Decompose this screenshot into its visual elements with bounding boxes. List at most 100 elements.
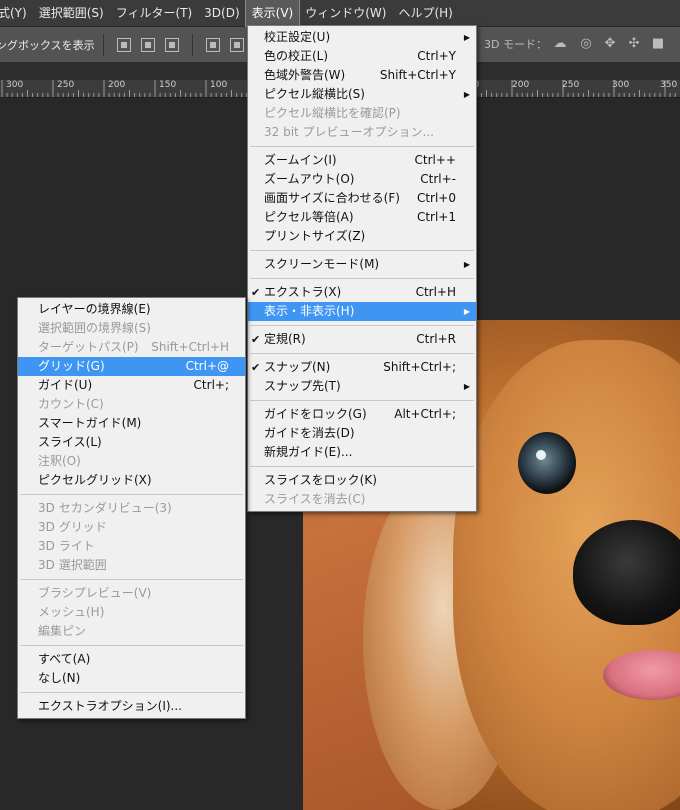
menu-item-label: ピクセル縦横比(S) [264, 87, 365, 101]
align-hcenter-icon[interactable] [229, 37, 244, 52]
menu-window[interactable]: ウィンドウ(W) [299, 0, 392, 26]
menu-item[interactable]: ピクセル等倍(A) Ctrl+1 [248, 208, 476, 227]
menu-3d[interactable]: 3D(D) [198, 0, 245, 26]
submenu-arrow-icon: ▶ [463, 382, 470, 391]
menu-item-label: プリントサイズ(Z) [264, 229, 366, 243]
menu-item-label: 色域外警告(W) [264, 68, 346, 82]
menu-item-label: ガイドをロック(G) [264, 407, 367, 421]
ruler-label: 300 [6, 80, 24, 90]
menu-divider [250, 400, 474, 401]
menu-item-label: エクストラオプション(I)... [38, 699, 182, 713]
menu-item-label: ピクセル等倍(A) [264, 210, 354, 224]
menu-item[interactable]: なし(N) [18, 669, 245, 688]
menu-item-label: 校正設定(U) [264, 30, 331, 44]
view-menu-dropdown: 校正設定(U) ▶ 色の校正(L) Ctrl+Y 色域外警告(W) Shift+Ctrl+… [247, 25, 477, 512]
menu-item[interactable]: レイヤーの境界線(E) [18, 300, 245, 319]
menu-item[interactable]: 表示・非表示(H) ▶ [248, 302, 476, 321]
checkmark-icon: ✔ [251, 361, 261, 374]
pan-3d-icon[interactable]: ✥ [602, 36, 618, 52]
menu-item-shortcut: Alt+Ctrl+; [394, 407, 456, 421]
menu-item-shortcut: Shift+Ctrl+Y [379, 68, 456, 82]
menu-item[interactable]: プリントサイズ(Z) [248, 227, 476, 246]
camera-3d-icon[interactable]: ■ [650, 36, 666, 52]
menu-item-label: ズームイン(I) [264, 153, 337, 167]
menu-item: 編集ピン [18, 622, 245, 641]
menu-item[interactable]: スナップ先(T) ▶ [248, 377, 476, 396]
menu-item-label: スマートガイド(M) [38, 416, 142, 430]
menu-item[interactable]: ピクセルグリッド(X) [18, 471, 245, 490]
menu-item[interactable]: 校正設定(U) ▶ [248, 28, 476, 47]
menu-item[interactable]: ズームアウト(O) Ctrl+- [248, 170, 476, 189]
menu-item[interactable]: ✔ スナップ(N) Shift+Ctrl+; [248, 358, 476, 377]
menu-item-label: スライス(L) [38, 435, 102, 449]
menu-select[interactable]: 選択範囲(S) [33, 0, 110, 26]
menu-item-label: スライスをロック(K) [264, 473, 377, 487]
menu-item[interactable]: スクリーンモード(M) ▶ [248, 255, 476, 274]
menu-item-shortcut: Ctrl+Y [417, 49, 456, 63]
menu-item-label: すべて(A) [38, 652, 91, 666]
menu-item: 選択範囲の境界線(S) [18, 319, 245, 338]
menu-item[interactable]: 色の校正(L) Ctrl+Y [248, 47, 476, 66]
menu-item-label: 定規(R) [264, 332, 306, 346]
menu-item-shortcut: Ctrl+0 [416, 191, 456, 205]
menu-item-shortcut: Ctrl+R [416, 332, 456, 346]
menu-item-shortcut: Ctrl+@ [185, 359, 229, 373]
menu-item-label: 編集ピン [38, 624, 87, 638]
menu-item-shortcut: Ctrl+H [415, 285, 456, 299]
menu-item: メッシュ(H) [18, 603, 245, 622]
menu-view[interactable]: 表示(V) [244, 0, 301, 27]
menu-item[interactable]: ズームイン(I) Ctrl++ [248, 151, 476, 170]
menu-item: 注釈(O) [18, 452, 245, 471]
ruler-label: 200 [108, 80, 126, 90]
menu-help[interactable]: ヘルプ(H) [392, 0, 458, 26]
menu-item[interactable]: ✔ エクストラ(X) Ctrl+H [248, 283, 476, 302]
show-bounding-box-label[interactable]: ングボックスを表示 [0, 37, 95, 53]
menu-item-shortcut: Shift+Ctrl+H [151, 340, 229, 354]
menu-divider [20, 494, 243, 495]
menu-item-label: ガイド(U) [38, 378, 93, 392]
menu-item[interactable]: 色域外警告(W) Shift+Ctrl+Y [248, 66, 476, 85]
menu-item[interactable]: 新規ガイド(E)... [248, 443, 476, 462]
menu-type[interactable]: 式(Y) [0, 0, 33, 26]
menu-item[interactable]: ガイド(U) Ctrl+; [18, 376, 245, 395]
menu-divider [250, 353, 474, 354]
menu-item: スライスを消去(C) [248, 490, 476, 509]
menu-item-shortcut: Shift+Ctrl+; [383, 360, 456, 374]
menu-item[interactable]: スマートガイド(M) [18, 414, 245, 433]
menu-item-label: 選択範囲の境界線(S) [38, 321, 151, 335]
menu-item-label: スナップ(N) [264, 360, 331, 374]
align-vcenter-icon[interactable] [140, 37, 155, 52]
slide-3d-icon[interactable]: ✣ [626, 36, 642, 52]
align-left-icon[interactable] [205, 37, 220, 52]
menu-item: ブラシプレビュー(V) [18, 584, 245, 603]
menu-item-label: グリッド(G) [38, 359, 105, 373]
menu-item-shortcut: Ctrl+; [193, 378, 229, 392]
align-bottom-icon[interactable] [164, 37, 179, 52]
menu-item-label: ターゲットパス(P) [38, 340, 139, 354]
menu-item[interactable]: 画面サイズに合わせる(F) Ctrl+0 [248, 189, 476, 208]
ruler-label: 200 [512, 80, 530, 90]
menu-item[interactable]: ピクセル縦横比(S) ▶ [248, 85, 476, 104]
roll-3d-icon[interactable]: ◎ [578, 36, 594, 52]
menu-item[interactable]: グリッド(G) Ctrl+@ [18, 357, 245, 376]
menu-item[interactable]: エクストラオプション(I)... [18, 697, 245, 716]
menu-item: ターゲットパス(P) Shift+Ctrl+H [18, 338, 245, 357]
align-top-icon[interactable] [116, 37, 131, 52]
menu-item-label: 3D ライト [38, 539, 95, 553]
menu-filter[interactable]: フィルター(T) [110, 0, 198, 26]
ruler-label: 100 [210, 80, 228, 90]
ruler-label: 250 [562, 80, 580, 90]
menu-item-label: メッシュ(H) [38, 605, 105, 619]
menu-item[interactable]: ガイドを消去(D) [248, 424, 476, 443]
menu-item[interactable]: スライスをロック(K) [248, 471, 476, 490]
menu-item[interactable]: ✔ 定規(R) Ctrl+R [248, 330, 476, 349]
orbit-3d-icon[interactable]: ☁ [552, 36, 568, 52]
divider [102, 33, 104, 56]
menu-item[interactable]: スライス(L) [18, 433, 245, 452]
menu-item-label: なし(N) [38, 671, 81, 685]
menu-divider [20, 579, 243, 580]
menu-item[interactable]: すべて(A) [18, 650, 245, 669]
menu-item: 3D 選択範囲 [18, 556, 245, 575]
menu-item[interactable]: ガイドをロック(G) Alt+Ctrl+; [248, 405, 476, 424]
menu-item-shortcut: Ctrl+- [420, 172, 456, 186]
